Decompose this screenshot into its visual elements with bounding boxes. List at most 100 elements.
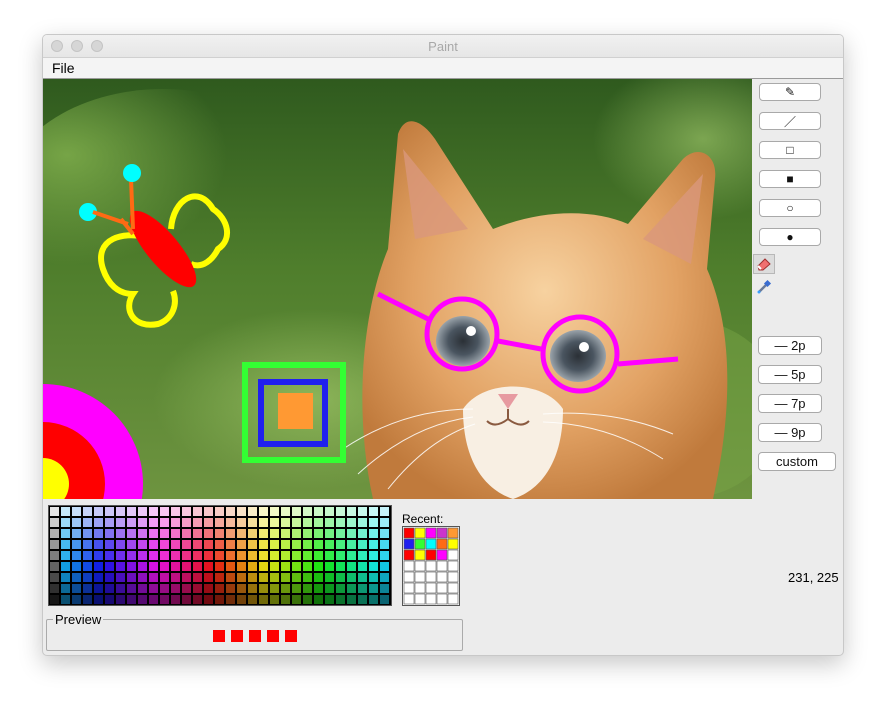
palette-swatch[interactable] — [215, 518, 224, 527]
recent-swatch[interactable] — [436, 571, 448, 583]
palette-swatch[interactable] — [204, 507, 213, 516]
palette-swatch[interactable] — [358, 584, 367, 593]
palette-swatch[interactable] — [193, 551, 202, 560]
palette-swatch[interactable] — [182, 562, 191, 571]
palette-swatch[interactable] — [259, 507, 268, 516]
palette-swatch[interactable] — [358, 551, 367, 560]
eyedropper-button[interactable] — [753, 277, 775, 297]
palette-swatch[interactable] — [127, 595, 136, 604]
palette-swatch[interactable] — [193, 529, 202, 538]
palette-swatch[interactable] — [182, 518, 191, 527]
palette-swatch[interactable] — [380, 595, 389, 604]
palette-swatch[interactable] — [171, 584, 180, 593]
palette-swatch[interactable] — [270, 540, 279, 549]
palette-swatch[interactable] — [171, 507, 180, 516]
palette-swatch[interactable] — [347, 562, 356, 571]
recent-swatch[interactable] — [403, 527, 415, 539]
palette-swatch[interactable] — [270, 507, 279, 516]
palette-swatch[interactable] — [325, 562, 334, 571]
palette-swatch[interactable] — [281, 595, 290, 604]
palette-swatch[interactable] — [204, 551, 213, 560]
palette-swatch[interactable] — [116, 573, 125, 582]
palette-swatch[interactable] — [182, 551, 191, 560]
palette-swatch[interactable] — [149, 529, 158, 538]
palette-swatch[interactable] — [50, 573, 59, 582]
palette-swatch[interactable] — [248, 573, 257, 582]
palette-swatch[interactable] — [358, 518, 367, 527]
palette-swatch[interactable] — [72, 595, 81, 604]
palette-swatch[interactable] — [105, 584, 114, 593]
palette-swatch[interactable] — [292, 573, 301, 582]
filled-oval-tool-button[interactable]: ● — [759, 228, 821, 246]
recent-swatch[interactable] — [447, 571, 459, 583]
palette-swatch[interactable] — [259, 584, 268, 593]
palette-swatch[interactable] — [292, 507, 301, 516]
palette-swatch[interactable] — [237, 584, 246, 593]
color-palette[interactable] — [48, 505, 392, 606]
palette-swatch[interactable] — [138, 507, 147, 516]
palette-swatch[interactable] — [380, 584, 389, 593]
palette-swatch[interactable] — [94, 595, 103, 604]
recent-swatch[interactable] — [414, 549, 426, 561]
palette-swatch[interactable] — [193, 562, 202, 571]
palette-swatch[interactable] — [325, 584, 334, 593]
palette-swatch[interactable] — [193, 573, 202, 582]
palette-swatch[interactable] — [94, 551, 103, 560]
width-2p-button[interactable]: — 2p — [758, 336, 822, 355]
palette-swatch[interactable] — [325, 573, 334, 582]
palette-swatch[interactable] — [105, 551, 114, 560]
palette-swatch[interactable] — [358, 562, 367, 571]
palette-swatch[interactable] — [259, 595, 268, 604]
recent-swatch[interactable] — [425, 560, 437, 572]
palette-swatch[interactable] — [270, 584, 279, 593]
palette-swatch[interactable] — [336, 529, 345, 538]
line-tool-button[interactable]: ／ — [759, 112, 821, 130]
palette-swatch[interactable] — [105, 518, 114, 527]
palette-swatch[interactable] — [369, 573, 378, 582]
palette-swatch[interactable] — [347, 507, 356, 516]
recent-swatch[interactable] — [436, 593, 448, 605]
pencil-tool-button[interactable]: ✎ — [759, 83, 821, 101]
recent-swatch[interactable] — [403, 582, 415, 594]
palette-swatch[interactable] — [314, 562, 323, 571]
palette-swatch[interactable] — [369, 551, 378, 560]
palette-swatch[interactable] — [347, 540, 356, 549]
palette-swatch[interactable] — [215, 562, 224, 571]
palette-swatch[interactable] — [61, 507, 70, 516]
palette-swatch[interactable] — [281, 529, 290, 538]
palette-swatch[interactable] — [116, 540, 125, 549]
palette-swatch[interactable] — [314, 529, 323, 538]
palette-swatch[interactable] — [336, 573, 345, 582]
recent-colors[interactable] — [402, 526, 460, 606]
palette-swatch[interactable] — [303, 507, 312, 516]
palette-swatch[interactable] — [248, 529, 257, 538]
palette-swatch[interactable] — [248, 551, 257, 560]
palette-swatch[interactable] — [94, 507, 103, 516]
custom-width-button[interactable]: custom — [758, 452, 836, 471]
palette-swatch[interactable] — [292, 595, 301, 604]
palette-swatch[interactable] — [380, 573, 389, 582]
palette-swatch[interactable] — [160, 507, 169, 516]
recent-swatch[interactable] — [436, 549, 448, 561]
palette-swatch[interactable] — [314, 595, 323, 604]
palette-swatch[interactable] — [303, 551, 312, 560]
recent-swatch[interactable] — [403, 571, 415, 583]
recent-swatch[interactable] — [414, 538, 426, 550]
palette-swatch[interactable] — [193, 518, 202, 527]
palette-swatch[interactable] — [248, 584, 257, 593]
palette-swatch[interactable] — [50, 507, 59, 516]
palette-swatch[interactable] — [116, 507, 125, 516]
palette-swatch[interactable] — [105, 507, 114, 516]
palette-swatch[interactable] — [138, 518, 147, 527]
palette-swatch[interactable] — [72, 518, 81, 527]
palette-swatch[interactable] — [215, 595, 224, 604]
palette-swatch[interactable] — [72, 584, 81, 593]
palette-swatch[interactable] — [281, 551, 290, 560]
palette-swatch[interactable] — [347, 573, 356, 582]
palette-swatch[interactable] — [83, 584, 92, 593]
palette-swatch[interactable] — [72, 562, 81, 571]
recent-swatch[interactable] — [425, 571, 437, 583]
palette-swatch[interactable] — [314, 507, 323, 516]
palette-swatch[interactable] — [105, 540, 114, 549]
palette-swatch[interactable] — [237, 507, 246, 516]
